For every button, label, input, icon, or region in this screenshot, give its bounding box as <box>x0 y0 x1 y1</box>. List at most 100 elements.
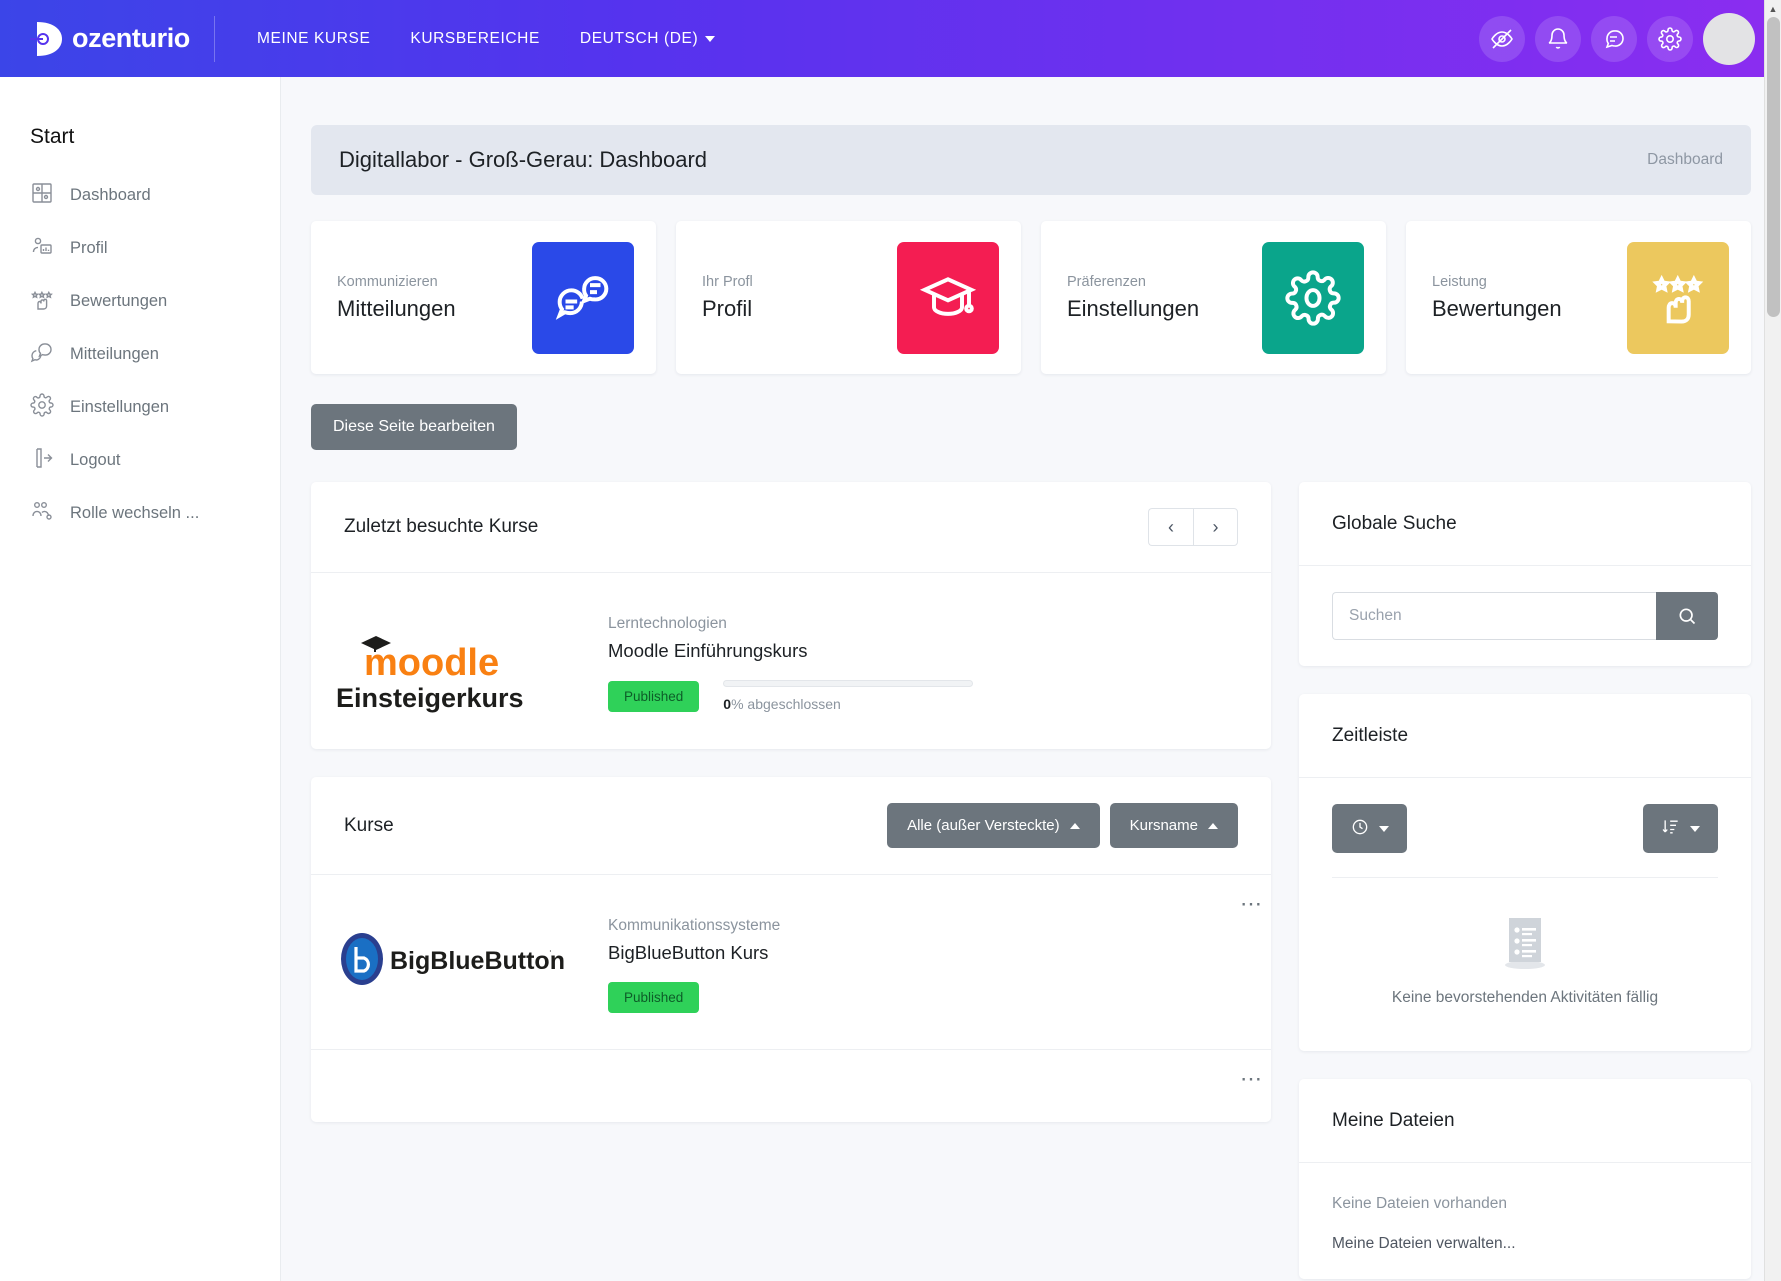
search-row <box>1332 592 1718 640</box>
sidebar-item-rolle-wechseln[interactable]: Rolle wechseln ... <box>0 487 280 540</box>
quick-card-title: Profil <box>702 295 753 321</box>
sidebar-item-dashboard[interactable]: Dashboard <box>0 169 280 222</box>
timeline-body: Keine bevorstehenden Aktivitäten fällig <box>1299 778 1751 1051</box>
users-icon <box>30 499 54 528</box>
quick-card-subtitle: Leistung <box>1432 273 1487 290</box>
progress-bar-track <box>723 680 974 687</box>
recent-course-item[interactable]: moodle Einsteigerkurs Lerntechnologien M… <box>311 573 1271 749</box>
chevron-up-icon <box>1069 822 1080 829</box>
course-category: Lerntechnologien <box>608 615 727 632</box>
edit-page-button[interactable]: Diese Seite bearbeiten <box>311 404 517 450</box>
course-category: Kommunikationssysteme <box>608 917 781 934</box>
hand-stars-icon <box>1627 241 1729 354</box>
global-search-body <box>1299 566 1751 666</box>
eye-slash-icon[interactable] <box>1479 15 1525 62</box>
right-column: Globale Suche Zeitleiste <box>1299 482 1751 1281</box>
search-icon[interactable] <box>1656 592 1718 640</box>
filter-visibility-label: Alle (außer Versteckte) <box>907 817 1060 834</box>
chevron-up-icon <box>1208 822 1218 829</box>
course-status-row: Published <box>608 982 1271 1013</box>
sidebar-item-einstellungen[interactable]: Einstellungen <box>0 381 280 434</box>
nav-language-label: DEUTSCH (DE) <box>579 29 699 47</box>
timeline-title: Zeitleiste <box>1332 724 1409 746</box>
nav-kursbereiche-label: KURSBEREICHE <box>410 29 540 47</box>
nav-meine-kurse[interactable]: MEINE KURSE <box>257 30 370 48</box>
course-item-info: Kommunikationssysteme BigBlueButton Kurs… <box>586 905 1271 1013</box>
list-document-icon <box>1496 912 1554 975</box>
chevron-down-icon <box>1379 825 1389 832</box>
global-search-panel: Globale Suche <box>1299 482 1751 666</box>
courses-header: Kurse Alle (außer Versteckte) Kursname <box>311 777 1271 875</box>
quick-card-einstellungen[interactable]: Präferenzen Einstellungen <box>1041 221 1386 374</box>
sidebar-item-label: Logout <box>70 451 121 469</box>
chevron-left-icon[interactable]: ‹ <box>1148 508 1193 546</box>
status-badge: Published <box>608 982 700 1013</box>
course-list-item[interactable]: ⋯ BigBlueButton ˙ Kommunikationssysteme … <box>311 875 1271 1050</box>
global-search-title: Globale Suche <box>1332 512 1457 534</box>
courses-panel: Kurse Alle (außer Versteckte) Kursname ⋯… <box>311 777 1271 1122</box>
svg-text:˙: ˙ <box>549 948 553 962</box>
my-files-title: Meine Dateien <box>1332 1109 1455 1131</box>
course-progress: 0% abgeschlossen <box>723 680 974 712</box>
course-title: BigBlueButton Kurs <box>608 942 769 963</box>
course-list-item-partial[interactable]: ⋯ <box>311 1050 1271 1122</box>
nav-links: MEINE KURSE KURSBEREICHE DEUTSCH (DE) <box>215 29 716 48</box>
gear-icon <box>1262 241 1364 354</box>
course-status-row: Published 0% abgeschlossen <box>608 680 1271 712</box>
nav-meine-kurse-label: MEINE KURSE <box>257 29 371 47</box>
filter-visibility-dropdown[interactable]: Alle (außer Versteckte) <box>887 803 1100 848</box>
scrollbar-thumb[interactable] <box>1767 17 1780 317</box>
quick-card-bewertungen[interactable]: Leistung Bewertungen <box>1406 221 1751 374</box>
ellipsis-icon[interactable]: ⋯ <box>1240 891 1263 917</box>
filter-sort-dropdown[interactable]: Kursname <box>1109 803 1238 848</box>
avatar[interactable] <box>1703 12 1755 65</box>
quick-card-profil[interactable]: Ihr Profl Profil <box>676 221 1021 374</box>
timeline-empty-state: Keine bevorstehenden Aktivitäten fällig <box>1332 878 1718 1025</box>
sidebar-item-logout[interactable]: Logout <box>0 434 280 487</box>
bell-icon[interactable] <box>1535 15 1581 62</box>
caret-up-icon[interactable]: ▲ <box>1765 0 1781 17</box>
nav-kursbereiche[interactable]: KURSBEREICHE <box>410 30 540 48</box>
quick-card-subtitle: Ihr Profl <box>702 273 753 290</box>
left-column: Zuletzt besuchte Kurse ‹ › moodle Einste… <box>311 482 1271 1150</box>
chat-icon[interactable] <box>1591 15 1637 62</box>
chevron-right-icon[interactable]: › <box>1193 508 1238 546</box>
sidebar-item-label: Dashboard <box>70 186 151 204</box>
chat-icon <box>30 340 54 369</box>
sidebar-item-mitteilungen[interactable]: Mitteilungen <box>0 328 280 381</box>
sidebar-item-bewertungen[interactable]: Bewertungen <box>0 275 280 328</box>
quick-card-subtitle: Präferenzen <box>1067 273 1146 290</box>
puzzle-icon <box>30 181 54 210</box>
status-badge: Published <box>608 680 700 712</box>
progress-suffix: % abgeschlossen <box>731 696 841 712</box>
gear-icon[interactable] <box>1647 15 1693 62</box>
sidebar-item-profil[interactable]: Profil <box>0 222 280 275</box>
global-search-header: Globale Suche <box>1299 482 1751 566</box>
sidebar-item-label: Profil <box>70 239 108 257</box>
sidebar-heading: Start <box>30 125 75 148</box>
sidebar: Start Dashboard Profil Bewertungen Mitte… <box>0 77 281 1281</box>
quick-card-mitteilungen[interactable]: Kommunizieren Mitteilungen <box>311 221 656 374</box>
page-body: Start Dashboard Profil Bewertungen Mitte… <box>0 77 1781 1281</box>
chevron-down-icon <box>1690 825 1700 832</box>
timeline-date-filter[interactable] <box>1332 804 1407 853</box>
sidebar-item-label: Rolle wechseln ... <box>70 504 200 522</box>
my-files-body: Keine Dateien vorhanden Meine Dateien ve… <box>1299 1163 1751 1279</box>
nav-icon-group <box>1479 12 1781 65</box>
recent-courses-header: Zuletzt besuchte Kurse ‹ › <box>311 482 1271 573</box>
hand-stars-icon <box>30 287 54 316</box>
recent-courses-title: Zuletzt besuchte Kurse <box>344 516 539 537</box>
my-files-panel: Meine Dateien Keine Dateien vorhanden Me… <box>1299 1079 1751 1279</box>
clock-icon <box>1350 817 1370 840</box>
timeline-sort-filter[interactable] <box>1643 804 1718 853</box>
manage-files-link[interactable]: Meine Dateien verwalten... <box>1332 1235 1718 1253</box>
ellipsis-icon[interactable]: ⋯ <box>1240 1066 1263 1092</box>
brand-logo-link[interactable]: ozenturio <box>0 18 208 60</box>
timeline-controls <box>1332 804 1718 878</box>
search-input[interactable] <box>1332 592 1656 640</box>
nav-language-selector[interactable]: DEUTSCH (DE) <box>579 29 716 48</box>
page-scrollbar[interactable]: ▲ <box>1764 0 1781 1281</box>
courses-filters: Alle (außer Versteckte) Kursname <box>887 803 1238 848</box>
moodle-einsteigerkurs-logo: moodle Einsteigerkurs <box>311 603 586 713</box>
sidebar-item-label: Einstellungen <box>70 398 170 416</box>
